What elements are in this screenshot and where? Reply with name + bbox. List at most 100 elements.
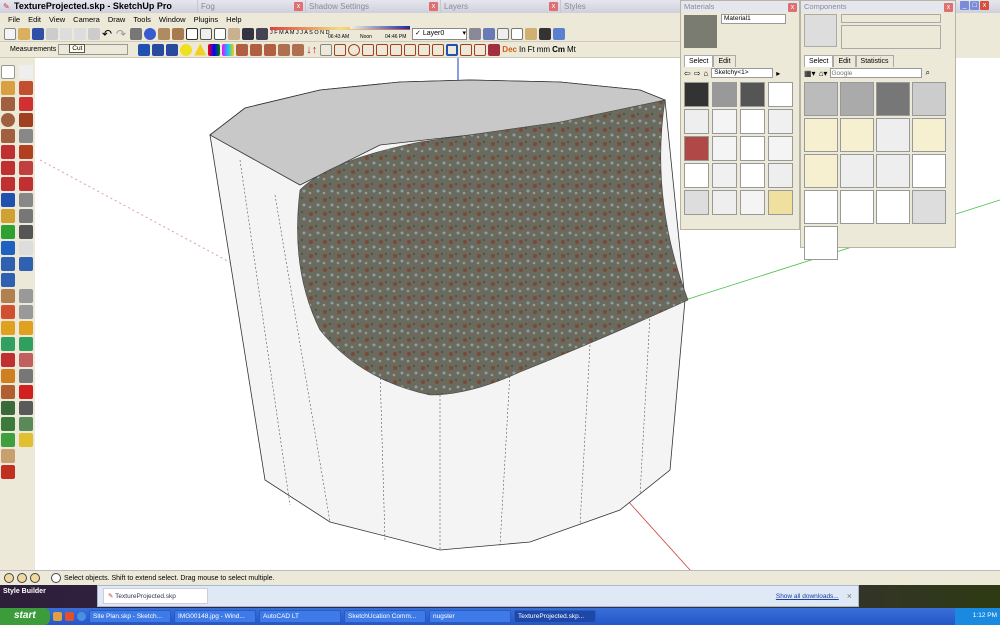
details-icon[interactable]: ▸	[776, 69, 780, 78]
swatch[interactable]	[712, 190, 737, 215]
section-cut-icon[interactable]	[166, 43, 179, 56]
model-info-icon[interactable]	[144, 27, 156, 40]
xray-icon[interactable]	[483, 27, 495, 40]
component-thumb[interactable]	[840, 190, 874, 224]
pie-tool-icon[interactable]	[418, 43, 431, 56]
swatch[interactable]	[740, 109, 765, 134]
plugin-red-icon[interactable]	[1, 465, 15, 479]
menu-plugins[interactable]: Plugins	[190, 13, 223, 26]
plugin-box-icon[interactable]	[1, 449, 15, 463]
fog-panel-title[interactable]: Fog x	[197, 0, 305, 13]
walk-icon[interactable]	[19, 289, 33, 303]
component-thumb[interactable]	[804, 190, 838, 224]
component-thumb[interactable]	[840, 118, 874, 152]
swatch[interactable]	[684, 190, 709, 215]
freehand-tool-icon[interactable]	[432, 43, 445, 56]
start-button[interactable]: start	[0, 608, 50, 625]
3d-text-icon[interactable]	[19, 225, 33, 239]
flip-edge-icon[interactable]	[1, 369, 15, 383]
show-all-downloads-link[interactable]: Show all downloads...	[776, 593, 839, 600]
back-view-icon[interactable]	[214, 27, 226, 40]
home-icon[interactable]: ⌂▾	[819, 69, 828, 78]
rotate-right-icon[interactable]	[292, 43, 305, 56]
swatch[interactable]	[768, 82, 793, 107]
swatch[interactable]	[768, 136, 793, 161]
style-builder-label[interactable]: Style Builder	[3, 588, 46, 595]
shadow-settings-panel-title[interactable]: Shadow Settings x	[305, 0, 440, 13]
drape-icon[interactable]	[1, 353, 15, 367]
move-icon[interactable]	[1, 145, 15, 159]
iso-view-icon[interactable]	[158, 27, 170, 40]
zoom-extents-icon[interactable]	[1, 273, 15, 287]
unit-mm[interactable]: mm	[537, 45, 550, 54]
component-thumb[interactable]	[912, 82, 946, 116]
box-icon[interactable]	[1, 385, 15, 399]
unit-dec[interactable]: Dec	[502, 45, 517, 54]
circle-icon[interactable]	[1, 113, 15, 127]
axes-icon[interactable]	[1, 225, 15, 239]
swatch[interactable]	[740, 190, 765, 215]
back-icon[interactable]: ⇦	[684, 69, 691, 78]
menu-view[interactable]: View	[45, 13, 69, 26]
arc-tool-icon[interactable]	[404, 43, 417, 56]
rectangle-tool-icon[interactable]	[334, 43, 347, 56]
swatch[interactable]	[684, 163, 709, 188]
dimension-icon[interactable]	[19, 193, 33, 207]
sphere-icon[interactable]	[180, 43, 193, 56]
smoove-icon[interactable]	[1, 337, 15, 351]
unit-cm[interactable]: Cm	[552, 45, 565, 54]
tape-measure-icon[interactable]	[1, 193, 15, 207]
swatch[interactable]	[768, 163, 793, 188]
arrows-icon[interactable]: ↓↑	[306, 44, 318, 56]
zoom-icon[interactable]	[1, 257, 15, 271]
polygon-tool-icon[interactable]	[362, 43, 375, 56]
menu-camera[interactable]: Camera	[69, 13, 104, 26]
plugin-yellow-icon[interactable]	[19, 433, 33, 447]
rotate-left-icon[interactable]	[278, 43, 291, 56]
add-detail-icon[interactable]	[19, 353, 33, 367]
section-plane-icon[interactable]	[138, 43, 151, 56]
cube-icon[interactable]	[19, 369, 33, 383]
offset-tool-icon[interactable]	[446, 43, 459, 56]
unit-in[interactable]: In	[519, 45, 526, 54]
section-icon[interactable]	[19, 305, 33, 319]
geo-location-icon[interactable]	[4, 573, 14, 583]
download-item[interactable]: ✎ TextureProjected.skp	[103, 588, 208, 604]
print-icon[interactable]	[130, 27, 142, 40]
pan-icon[interactable]	[19, 241, 33, 255]
task-site-plan[interactable]: Site Plan.skp - Sketch...	[89, 610, 171, 623]
palette-icon[interactable]	[222, 43, 235, 56]
minimize-button[interactable]: _	[960, 1, 969, 10]
search-icon[interactable]: ⌕	[925, 68, 929, 78]
eraser-tool-icon[interactable]	[19, 65, 33, 79]
swatch[interactable]	[712, 82, 737, 107]
menu-file[interactable]: File	[4, 13, 24, 26]
close-icon[interactable]: x	[294, 2, 303, 11]
orbit-icon[interactable]	[1, 241, 15, 255]
plugin-green-icon[interactable]	[1, 433, 15, 447]
swatch[interactable]	[740, 82, 765, 107]
component-thumb[interactable]	[804, 118, 838, 152]
component-thumb[interactable]	[840, 82, 874, 116]
paste-icon[interactable]	[74, 27, 86, 40]
maximize-button[interactable]: □	[970, 1, 979, 10]
hidden-line-icon[interactable]	[511, 27, 523, 40]
task-autocad[interactable]: AutoCAD LT	[259, 610, 341, 623]
make-component-icon[interactable]	[19, 81, 33, 95]
scale-icon[interactable]	[1, 177, 15, 191]
component-thumb[interactable]	[804, 226, 838, 260]
face-tool-icon[interactable]	[474, 43, 487, 56]
polygon-icon[interactable]	[1, 129, 15, 143]
swatch[interactable]	[740, 136, 765, 161]
close-download-bar-button[interactable]: ×	[847, 591, 852, 601]
section-display-icon[interactable]	[152, 43, 165, 56]
user-icon[interactable]	[30, 573, 40, 583]
monochrome-icon[interactable]	[553, 27, 565, 40]
grid-icon[interactable]	[1, 401, 15, 415]
close-icon[interactable]: x	[944, 3, 953, 12]
right-view-icon[interactable]	[200, 27, 212, 40]
component-search-input[interactable]	[830, 68, 923, 78]
component-name-field[interactable]	[841, 14, 941, 23]
front-view-icon[interactable]	[186, 27, 198, 40]
swatch[interactable]	[712, 136, 737, 161]
